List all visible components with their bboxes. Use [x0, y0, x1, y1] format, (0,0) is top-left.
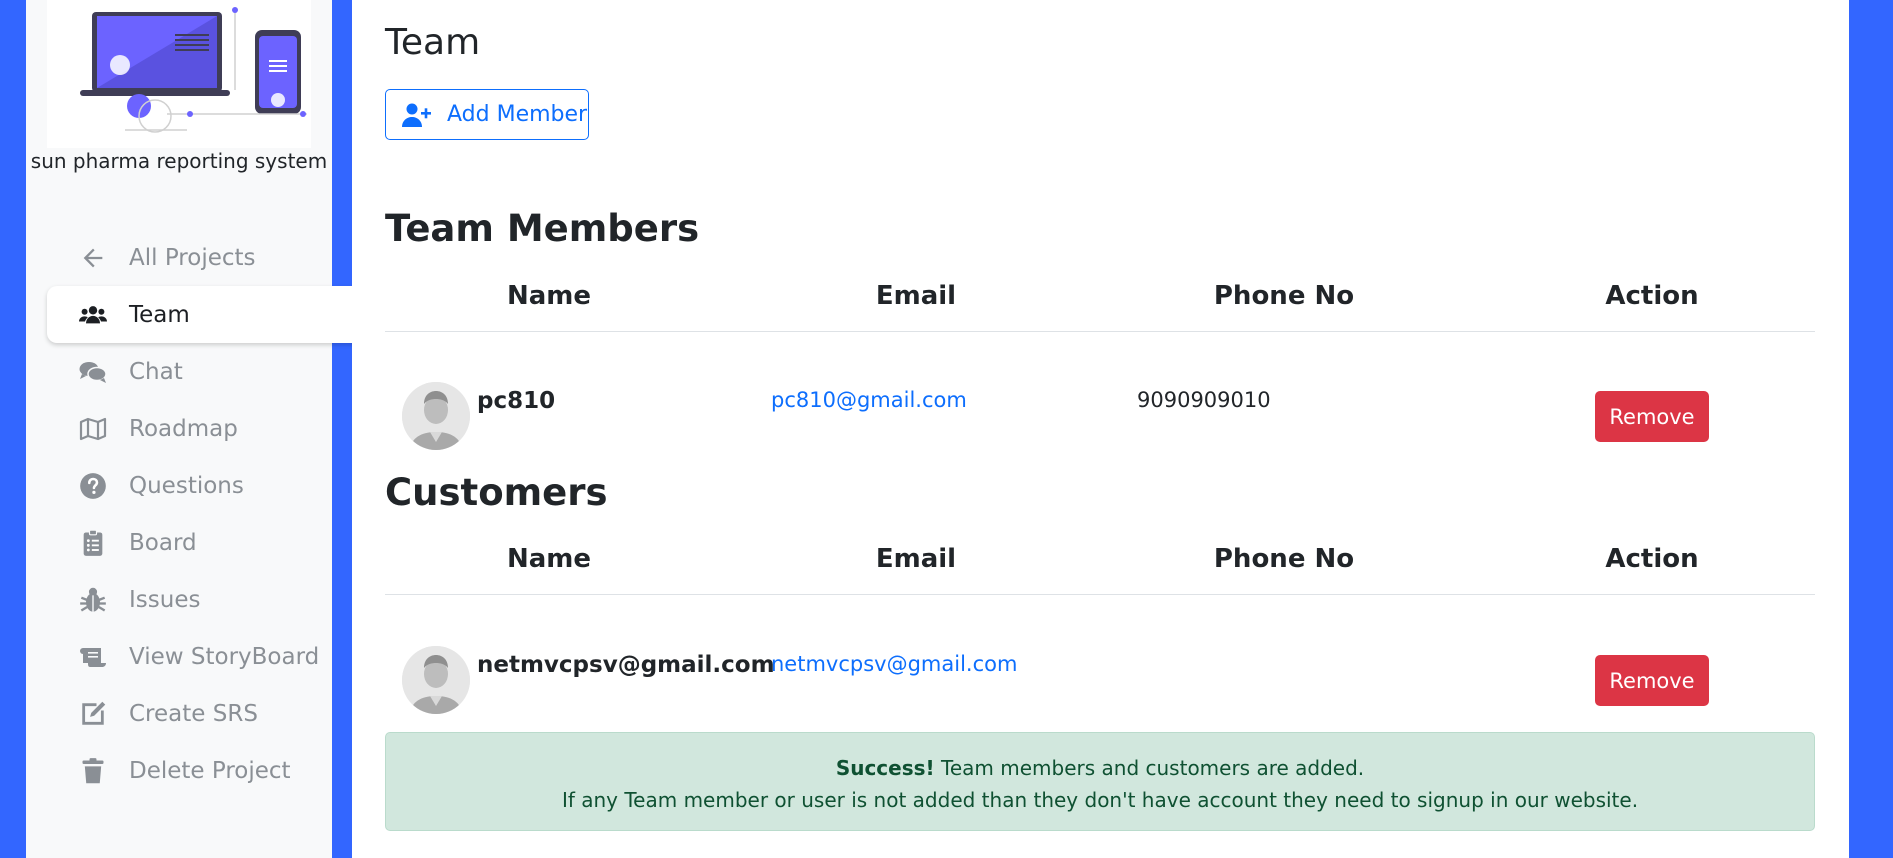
sidebar-item-label: Chat [129, 358, 183, 385]
user-plus-icon [402, 103, 431, 127]
main-content: Team Add Member Team Members Name Email … [352, 0, 1849, 858]
sidebar-item-chat[interactable]: Chat [47, 343, 372, 400]
alert-strong: Success! [835, 756, 935, 780]
sidebar-item-label: Team [129, 301, 190, 328]
arrow-left-icon [77, 244, 109, 272]
column-header-phone: Phone No [1213, 544, 1355, 574]
table-row: netmvcpsv@gmail.com netmvcpsv@gmail.com … [385, 636, 1815, 726]
project-name: sun pharma reporting system [30, 149, 328, 173]
bug-icon [77, 586, 109, 614]
users-icon [77, 301, 109, 329]
column-header-name: Name [506, 544, 592, 574]
sidebar-item-issues[interactable]: Issues [47, 571, 372, 628]
customer-email-link[interactable]: netmvcpsv@gmail.com [771, 652, 1017, 676]
alert-line2: If any Team member or user is not added … [561, 788, 1639, 812]
team-members-heading: Team Members [385, 207, 700, 250]
sidebar-item-all-projects[interactable]: All Projects [47, 229, 372, 286]
sidebar-item-board[interactable]: Board [47, 514, 372, 571]
column-header-email: Email [875, 281, 957, 311]
map-icon [77, 415, 109, 443]
column-header-email: Email [875, 544, 957, 574]
alert-line1: Team members and customers are added. [941, 756, 1365, 780]
column-header-name: Name [506, 281, 592, 311]
remove-member-button[interactable]: Remove [1595, 391, 1709, 442]
sidebar-item-team[interactable]: Team [47, 286, 372, 343]
sidebar-item-create-srs[interactable]: Create SRS [47, 685, 372, 742]
sidebar-item-label: Create SRS [129, 700, 258, 727]
sidebar-item-roadmap[interactable]: Roadmap [47, 400, 372, 457]
project-logo [47, 0, 311, 148]
remove-customer-button[interactable]: Remove [1595, 655, 1709, 706]
sidebar-item-label: Roadmap [129, 415, 238, 442]
member-phone: 9090909010 [1137, 388, 1271, 412]
sidebar-item-label: Issues [129, 586, 201, 613]
sidebar-item-label: Board [129, 529, 197, 556]
add-member-label: Add Member [447, 102, 588, 127]
question-circle-icon [77, 472, 109, 500]
add-member-button[interactable]: Add Member [385, 89, 589, 140]
sidebar-item-delete-project[interactable]: Delete Project [47, 742, 372, 799]
comments-icon [77, 358, 109, 386]
column-header-action: Action [1605, 281, 1699, 311]
sidebar-item-label: All Projects [129, 244, 256, 271]
sidebar-item-view-storyboard[interactable]: View StoryBoard [47, 628, 372, 685]
customers-table-header: Name Email Phone No Action [385, 534, 1815, 595]
sidebar-item-label: Questions [129, 472, 244, 499]
success-alert: Success! Team members and customers are … [385, 732, 1815, 831]
sidebar-item-questions[interactable]: Questions [47, 457, 372, 514]
page-title: Team [385, 22, 481, 63]
scroll-icon [77, 643, 109, 671]
customers-heading: Customers [385, 471, 608, 514]
customer-name: netmvcpsv@gmail.com [477, 652, 775, 678]
member-email-link[interactable]: pc810@gmail.com [771, 388, 967, 412]
avatar [402, 646, 470, 714]
trash-icon [77, 757, 109, 785]
column-header-phone: Phone No [1213, 281, 1355, 311]
clipboard-list-icon [77, 529, 109, 557]
sidebar-item-label: View StoryBoard [129, 643, 320, 670]
column-header-action: Action [1605, 544, 1699, 574]
table-row: pc810 pc810@gmail.com 9090909010 Remove [385, 372, 1815, 462]
team-table-header: Name Email Phone No Action [385, 271, 1815, 332]
edit-icon [77, 700, 109, 728]
avatar [402, 382, 470, 450]
sidebar-item-label: Delete Project [129, 757, 291, 784]
sidebar: sun pharma reporting system All Projects… [26, 0, 372, 858]
member-name: pc810 [477, 388, 556, 414]
